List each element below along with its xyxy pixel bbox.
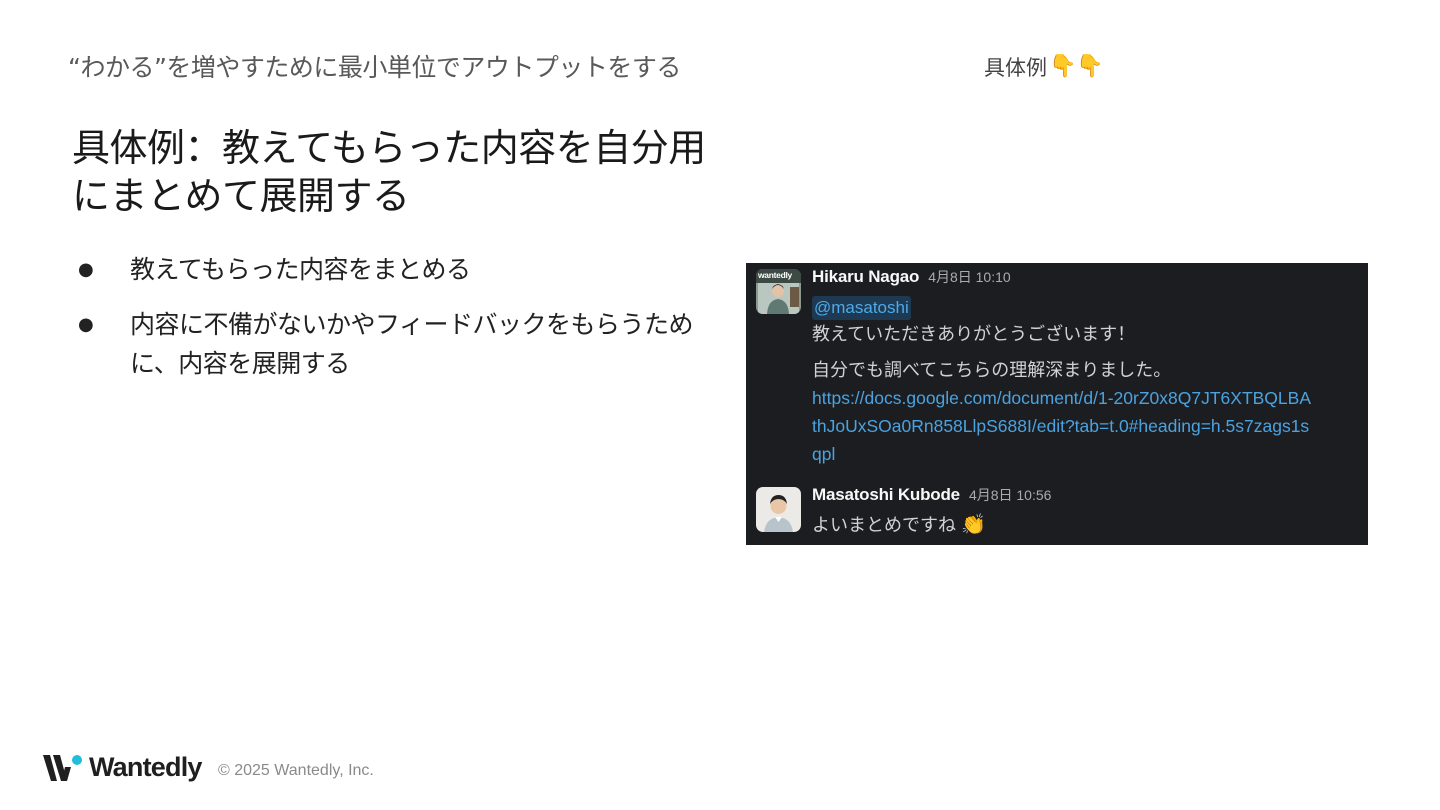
message-header: Masatoshi Kubode 4月8日 10:56: [812, 485, 1352, 511]
avatar[interactable]: wantedly: [756, 269, 801, 314]
brand-wordmark: Wantedly: [89, 752, 202, 782]
author-name[interactable]: Hikaru Nagao: [812, 267, 919, 287]
message-text: よいまとめですね 👏: [812, 511, 1352, 539]
bullet-item: ● 教えてもらった内容をまとめる: [76, 250, 716, 289]
author-name[interactable]: Masatoshi Kubode: [812, 485, 960, 505]
message-body: Masatoshi Kubode 4月8日 10:56 よいまとめですね 👏: [812, 485, 1352, 539]
clapping-hands-icon: 👏: [961, 514, 986, 536]
copyright-text: © 2025 Wantedly, Inc.: [218, 762, 374, 779]
page-title: 具体例：教えてもらった内容を自分用にまとめて展開する: [72, 126, 706, 218]
bullet-list: ● 教えてもらった内容をまとめる ● 内容に不備がないかやフィードバックをもらう…: [76, 250, 716, 399]
bullet-text: 教えてもらった内容をまとめる: [130, 255, 471, 284]
section-title: “わかる”を増やすために最小単位でアウトプットをする: [68, 53, 681, 82]
timestamp[interactable]: 4月8日 10:10: [928, 267, 1011, 287]
bullet-dot-icon: ●: [78, 259, 94, 280]
bullet-item: ● 内容に不備がないかやフィードバックをもらうために、内容を展開する: [76, 305, 716, 383]
message-text-content: よいまとめですね: [812, 515, 956, 535]
pointing-down-icon: 👇👇: [1049, 54, 1104, 79]
example-label-text: 具体例: [984, 56, 1047, 80]
timestamp[interactable]: 4月8日 10:56: [969, 485, 1052, 505]
wantedly-mark-icon: [43, 754, 82, 781]
slack-screenshot: wantedly Hikaru Nagao 4月8日 10:10 @masato…: [746, 263, 1368, 545]
bullet-text: 内容に不備がないかやフィードバックをもらうために、内容を展開する: [130, 310, 694, 378]
message-body: Hikaru Nagao 4月8日 10:10 @masatoshi 教えていた…: [812, 267, 1352, 468]
bullet-dot-icon: ●: [78, 314, 94, 335]
document-link[interactable]: https://docs.google.com/document/d/1-20r…: [812, 384, 1312, 468]
wantedly-logo: Wantedly: [43, 752, 202, 783]
example-label: 具体例 👇👇: [984, 52, 1104, 82]
message-text: 自分でも調べてこちらの理解深まりました。: [812, 360, 1172, 380]
avatar-wordmark: wantedly: [758, 270, 792, 280]
message-text: 教えていただきありがとうございます！: [812, 324, 1136, 344]
message-header: Hikaru Nagao 4月8日 10:10: [812, 267, 1352, 293]
user-mention[interactable]: @masatoshi: [812, 296, 911, 320]
avatar[interactable]: [756, 487, 801, 532]
